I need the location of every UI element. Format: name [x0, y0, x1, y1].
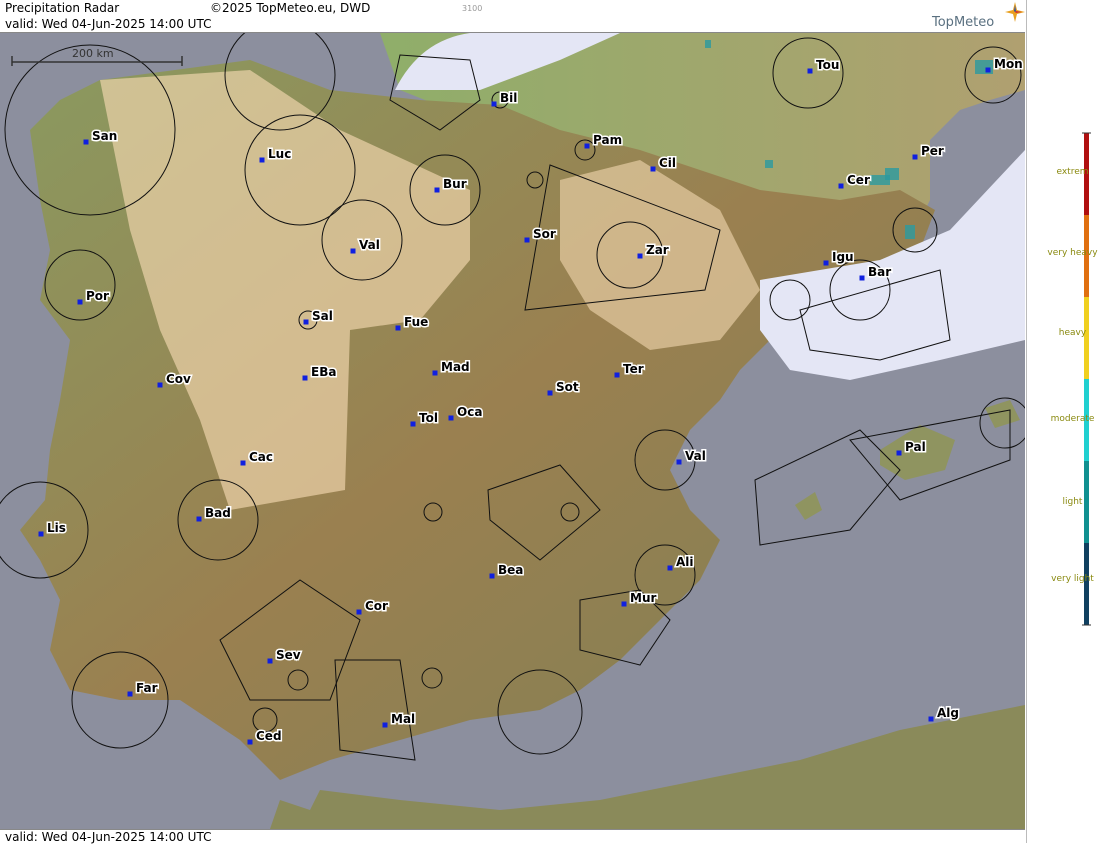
city-marker-pam	[584, 143, 590, 149]
city-marker-sal	[303, 319, 309, 325]
city-marker-bur	[434, 187, 440, 193]
city-marker-val	[676, 459, 682, 465]
city-label-val: Val	[685, 449, 706, 463]
city-label-sot: Sot	[556, 380, 579, 394]
city-label-luc: Luc	[268, 147, 291, 161]
city-marker-bea	[489, 573, 495, 579]
city-marker-alg	[928, 716, 934, 722]
city-label-lis: Lis	[47, 521, 66, 535]
city-label-zar: Zar	[646, 243, 669, 257]
city-label-bur: Bur	[443, 177, 467, 191]
city-label-far: Far	[136, 681, 158, 695]
city-marker-san	[83, 139, 89, 145]
footer-valid-time: valid: Wed 04-Jun-2025 14:00 UTC	[5, 830, 212, 844]
city-label-val: Val	[359, 238, 380, 252]
code-text: 3100	[462, 4, 483, 13]
city-marker-pal	[896, 450, 902, 456]
city-label-alg: Alg	[937, 706, 959, 720]
city-marker-cer	[838, 183, 844, 189]
city-marker-oca	[448, 415, 454, 421]
city-marker-mal	[382, 722, 388, 728]
legend-label-extrem: extrem	[1056, 167, 1089, 177]
compass-star-icon	[1005, 2, 1025, 22]
city-label-cov: Cov	[166, 372, 191, 386]
city-label-bad: Bad	[205, 506, 231, 520]
city-marker-sor	[524, 237, 530, 243]
city-marker-per	[912, 154, 918, 160]
city-label-pal: Pal	[905, 440, 926, 454]
city-label-bar: Bar	[868, 265, 891, 279]
legend-label-very-heavy: very heavy	[1047, 248, 1098, 258]
map-title: Precipitation Radar	[5, 1, 120, 15]
city-label-sor: Sor	[533, 227, 556, 241]
city-marker-cov	[157, 382, 163, 388]
city-marker-cac	[240, 460, 246, 466]
city-marker-tou	[807, 68, 813, 74]
scale-label: 200 km	[72, 47, 114, 60]
city-marker-por	[77, 299, 83, 305]
legend-swatch-heavy	[1084, 297, 1089, 379]
city-marker-mon	[985, 67, 991, 73]
topmeteo-logo: TopMeteo	[932, 15, 995, 30]
legend-label-moderate: moderate	[1050, 414, 1095, 424]
city-label-tou: Tou	[816, 58, 839, 72]
city-marker-sev	[267, 658, 273, 664]
city-label-cil: Cil	[659, 156, 676, 170]
valid-time: valid: Wed 04-Jun-2025 14:00 UTC	[5, 17, 212, 31]
city-marker-ter	[614, 372, 620, 378]
city-label-mon: Mon	[994, 57, 1023, 71]
city-label-ali: Ali	[676, 555, 694, 569]
city-marker-lis	[38, 531, 44, 537]
legend-label-very-light: very light	[1051, 574, 1094, 584]
city-label-ced: Ced	[256, 729, 282, 743]
city-marker-sot	[547, 390, 553, 396]
city-marker-igu	[823, 260, 829, 266]
city-marker-mur	[621, 601, 627, 607]
city-label-mad: Mad	[441, 360, 470, 374]
city-marker-zar	[637, 253, 643, 259]
city-label-mur: Mur	[630, 591, 656, 605]
map-canvas[interactable]: 200 km San Luc Bur Bil Pam Tou Mon Per Cil Cer Por…	[0, 33, 1025, 829]
city-label-oca: Oca	[457, 405, 482, 419]
city-marker-luc	[259, 157, 265, 163]
footer-bar: valid: Wed 04-Jun-2025 14:00 UTC	[0, 829, 1025, 844]
city-label-igu: Igu	[832, 250, 854, 264]
city-marker-tol	[410, 421, 416, 427]
city-marker-val	[350, 248, 356, 254]
city-label-ter: Ter	[623, 362, 644, 376]
city-marker-far	[127, 691, 133, 697]
city-label-tol: Tol	[419, 411, 438, 425]
city-label-bil: Bil	[500, 91, 517, 105]
city-marker-bar	[859, 275, 865, 281]
city-marker-mad	[432, 370, 438, 376]
city-marker-bad	[196, 516, 202, 522]
city-label-cer: Cer	[847, 173, 870, 187]
city-label-fue: Fue	[404, 315, 428, 329]
legend-label-light: light	[1062, 497, 1083, 507]
city-label-cac: Cac	[249, 450, 273, 464]
city-marker-ced	[247, 739, 253, 745]
city-label-bea: Bea	[498, 563, 523, 577]
city-label-por: Por	[86, 289, 109, 303]
copyright-text: ©2025 TopMeteo.eu, DWD	[210, 1, 371, 15]
city-label-per: Per	[921, 144, 944, 158]
city-marker-cor	[356, 609, 362, 615]
header-bar: Precipitation Radar ©2025 TopMeteo.eu, D…	[0, 0, 1025, 33]
city-label-mal: Mal	[391, 712, 415, 726]
city-marker-cil	[650, 166, 656, 172]
city-label-san: San	[92, 129, 117, 143]
city-label-sev: Sev	[276, 648, 301, 662]
city-marker-eba	[302, 375, 308, 381]
city-marker-ali	[667, 565, 673, 571]
precip-legend: extrem very heavy heavy moderate light v…	[1026, 0, 1117, 843]
city-label-sal: Sal	[312, 309, 333, 323]
city-marker-fue	[395, 325, 401, 331]
radar-map[interactable]: 200 km San Luc Bur Bil Pam Tou Mon Per Cil Cer Por…	[0, 33, 1025, 829]
city-label-eba: EBa	[311, 365, 336, 379]
city-label-cor: Cor	[365, 599, 388, 613]
legend-label-heavy: heavy	[1058, 328, 1087, 338]
city-marker-bil	[491, 101, 497, 107]
legend-swatch-very-light	[1084, 543, 1089, 625]
city-label-pam: Pam	[593, 133, 622, 147]
